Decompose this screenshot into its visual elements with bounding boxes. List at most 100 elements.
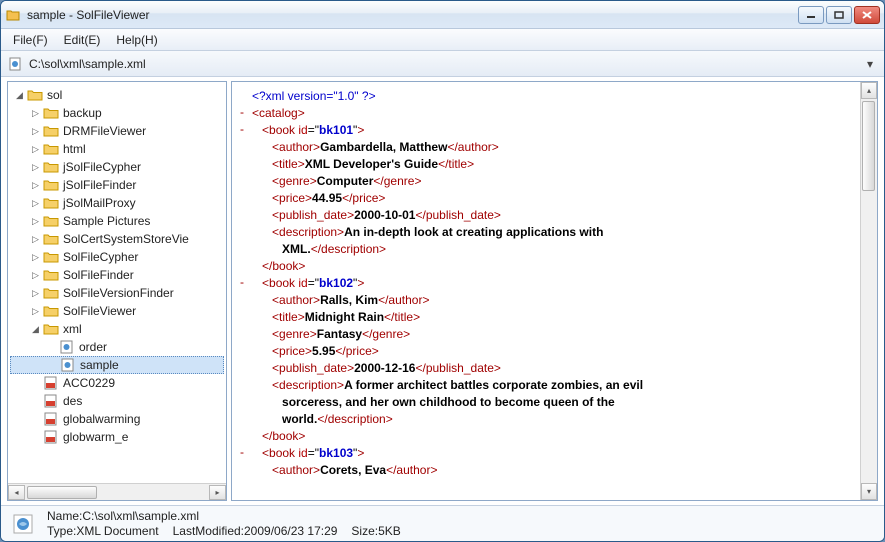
menu-edit[interactable]: Edit(E) bbox=[56, 31, 109, 49]
tree-item[interactable]: ▷ SolCertSystemStoreVie bbox=[10, 230, 224, 248]
tree-expander-icon[interactable]: ▷ bbox=[30, 288, 41, 299]
tree-item-label: SolFileFinder bbox=[63, 268, 134, 282]
tree-item[interactable]: ▷jSolMailProxy bbox=[10, 194, 224, 212]
tree-expander-icon[interactable]: ▷ bbox=[30, 162, 41, 173]
close-button[interactable] bbox=[854, 6, 880, 24]
fold-marker bbox=[232, 360, 252, 377]
tree-item[interactable]: order bbox=[10, 338, 224, 356]
fold-marker[interactable]: - bbox=[232, 275, 252, 292]
xml-line[interactable]: <author>Gambardella, Matthew</author> bbox=[252, 139, 860, 156]
tree-expander-icon[interactable]: ▷ bbox=[30, 180, 41, 191]
xml-line[interactable]: <description>An in-depth look at creatin… bbox=[252, 224, 860, 241]
address-dropdown-icon[interactable]: ▾ bbox=[862, 57, 878, 71]
xml-line[interactable]: <author>Corets, Eva</author> bbox=[252, 462, 860, 479]
tree-item[interactable]: sample bbox=[10, 356, 224, 374]
tree-item-label: SolCertSystemStoreVie bbox=[63, 232, 189, 246]
tree-item[interactable]: globwarm_e bbox=[10, 428, 224, 446]
tree-item-label: SolFileViewer bbox=[63, 304, 136, 318]
tree-item[interactable]: des bbox=[10, 392, 224, 410]
xml-line[interactable]: <title>XML Developer's Guide</title> bbox=[252, 156, 860, 173]
titlebar[interactable]: sample - SolFileViewer bbox=[1, 1, 884, 29]
tree-expander-icon[interactable]: ▷ bbox=[30, 144, 41, 155]
tree-item-label: ACC0229 bbox=[63, 376, 115, 390]
xml-line[interactable]: <?xml version="1.0" ?> bbox=[252, 88, 860, 105]
fold-marker[interactable]: - bbox=[232, 445, 252, 462]
xml-line[interactable]: XML.</description> bbox=[252, 241, 860, 258]
tree-item-label: globalwarming bbox=[63, 412, 140, 426]
tree-expander-icon[interactable]: ▷ bbox=[30, 252, 41, 263]
tree-item[interactable]: globalwarming bbox=[10, 410, 224, 428]
tree-expander-icon[interactable]: ▷ bbox=[30, 216, 41, 227]
tree-item[interactable]: ▷ SolFileFinder bbox=[10, 266, 224, 284]
fold-gutter[interactable]: ---- bbox=[232, 82, 252, 500]
tree-expander-icon[interactable]: ▷ bbox=[30, 270, 41, 281]
xml-line[interactable]: <price>44.95</price> bbox=[252, 190, 860, 207]
pdf-icon bbox=[43, 394, 59, 408]
folder-icon bbox=[43, 214, 59, 228]
xml-line[interactable]: <genre>Fantasy</genre> bbox=[252, 326, 860, 343]
tree-item[interactable]: ▷html bbox=[10, 140, 224, 158]
xml-line[interactable]: </book> bbox=[252, 428, 860, 445]
tree-item-label: globwarm_e bbox=[63, 430, 128, 444]
fold-marker[interactable]: - bbox=[232, 122, 252, 139]
xml-line[interactable]: <publish_date>2000-10-01</publish_date> bbox=[252, 207, 860, 224]
tree-item-label: jSolFileCypher bbox=[63, 160, 141, 174]
fold-marker[interactable]: - bbox=[232, 105, 252, 122]
tree-item[interactable]: ▷SolFileVersionFinder bbox=[10, 284, 224, 302]
viewer-vscrollbar[interactable]: ▴ ▾ bbox=[860, 82, 877, 500]
tree-item[interactable]: ▷ jSolFileCypher bbox=[10, 158, 224, 176]
tree-item[interactable]: ▷jSolFileFinder bbox=[10, 176, 224, 194]
status-lastmodified: LastModified:2009/06/23 17:29 bbox=[173, 524, 338, 539]
tree-expander-icon[interactable]: ▷ bbox=[30, 198, 41, 209]
xml-line[interactable]: <genre>Computer</genre> bbox=[252, 173, 860, 190]
xml-line[interactable]: <author>Ralls, Kim</author> bbox=[252, 292, 860, 309]
hscroll-thumb[interactable] bbox=[27, 486, 97, 499]
vscroll-thumb[interactable] bbox=[862, 101, 875, 191]
folder-icon bbox=[43, 250, 59, 264]
scroll-up-button[interactable]: ▴ bbox=[861, 82, 877, 99]
menu-file[interactable]: File(F) bbox=[5, 31, 56, 49]
tree-item[interactable]: ▷ SolFileViewer bbox=[10, 302, 224, 320]
tree-item[interactable]: ▷SolFileCypher bbox=[10, 248, 224, 266]
hscroll-track[interactable] bbox=[25, 485, 209, 500]
xml-line[interactable]: <description>A former architect battles … bbox=[252, 377, 860, 394]
xml-line[interactable]: <price>5.95</price> bbox=[252, 343, 860, 360]
tree-expander-icon[interactable]: ◢ bbox=[14, 90, 25, 101]
xml-line[interactable]: world.</description> bbox=[252, 411, 860, 428]
xml-line[interactable]: <book id="bk102"> bbox=[252, 275, 860, 292]
xml-line[interactable]: <book id="bk101"> bbox=[252, 122, 860, 139]
xml-line[interactable]: sorceress, and her own childhood to beco… bbox=[252, 394, 860, 411]
tree-item-label: des bbox=[63, 394, 82, 408]
folder-tree[interactable]: ◢sol▷backup▷DRMFileViewer▷html▷jSolFileC… bbox=[8, 82, 226, 483]
xml-line[interactable]: <book id="bk103"> bbox=[252, 445, 860, 462]
xml-line[interactable]: </book> bbox=[252, 258, 860, 275]
tree-expander-icon[interactable]: ◢ bbox=[30, 324, 41, 335]
scroll-down-button[interactable]: ▾ bbox=[861, 483, 877, 500]
tree-item[interactable]: ACC0229 bbox=[10, 374, 224, 392]
minimize-button[interactable] bbox=[798, 6, 824, 24]
tree-expander-icon[interactable]: ▷ bbox=[30, 108, 41, 119]
tree-item[interactable]: ◢xml bbox=[10, 320, 224, 338]
maximize-button[interactable] bbox=[826, 6, 852, 24]
tree-item[interactable]: ▷backup bbox=[10, 104, 224, 122]
xml-line[interactable]: <publish_date>2000-12-16</publish_date> bbox=[252, 360, 860, 377]
scroll-right-button[interactable]: ▸ bbox=[209, 485, 226, 500]
tree-expander-icon[interactable]: ▷ bbox=[30, 126, 41, 137]
tree-item[interactable]: ▷DRMFileViewer bbox=[10, 122, 224, 140]
fold-marker bbox=[232, 224, 252, 241]
tree-item[interactable]: ▷Sample Pictures bbox=[10, 212, 224, 230]
scroll-left-button[interactable]: ◂ bbox=[8, 485, 25, 500]
folder-icon bbox=[27, 88, 43, 102]
menu-help[interactable]: Help(H) bbox=[108, 31, 165, 49]
window-title: sample - SolFileViewer bbox=[27, 8, 798, 22]
tree-expander-icon[interactable]: ▷ bbox=[30, 306, 41, 317]
address-path: C:\sol\xml\sample.xml bbox=[29, 57, 856, 71]
xml-line[interactable]: <title>Midnight Rain</title> bbox=[252, 309, 860, 326]
tree-item[interactable]: ◢sol bbox=[10, 86, 224, 104]
tree-hscrollbar[interactable]: ◂ ▸ bbox=[8, 483, 226, 500]
tree-expander-icon[interactable]: ▷ bbox=[30, 234, 41, 245]
xml-content[interactable]: <?xml version="1.0" ?><catalog> <book id… bbox=[252, 82, 860, 500]
xml-line[interactable]: <catalog> bbox=[252, 105, 860, 122]
vscroll-track[interactable] bbox=[861, 99, 877, 483]
addressbar[interactable]: C:\sol\xml\sample.xml ▾ bbox=[1, 51, 884, 77]
